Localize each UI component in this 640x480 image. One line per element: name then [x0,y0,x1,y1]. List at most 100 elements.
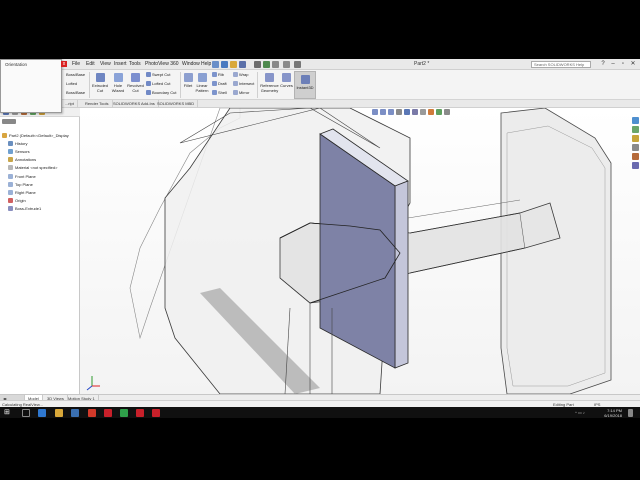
edit-appearance-icon[interactable] [428,109,434,115]
solidworks-icon[interactable] [104,409,112,417]
search-input[interactable]: Search SOLIDWORKS Help [531,61,591,68]
ribbon-divider [180,72,181,98]
extruded-cut-button[interactable]: Extruded Cut [92,73,108,93]
new-document-icon[interactable] [221,61,228,68]
solidworks-resources-icon[interactable] [632,117,639,124]
undo-icon[interactable] [263,61,270,68]
tree-item-origin[interactable]: Origin [0,197,80,204]
intersect-icon [233,81,238,86]
section-view-icon[interactable] [396,109,402,115]
orientation-close-button[interactable]: x [61,61,67,67]
wrap-button[interactable]: Wrap [233,72,248,78]
camtasia-icon[interactable] [120,409,128,417]
custom-properties-icon[interactable] [632,162,639,169]
solidworks-app-icon[interactable] [136,409,144,417]
search-icon[interactable] [22,409,30,417]
linear-pattern-label: Linear Pattern [195,83,209,93]
view-orientation-icon[interactable] [404,109,410,115]
pin-icon[interactable] [212,61,219,68]
tree-item-history[interactable]: History [0,140,80,147]
tree-item-annotations[interactable]: Annotations [0,156,80,163]
rib-button[interactable]: Rib [212,72,224,78]
save-icon[interactable] [239,61,246,68]
windows-start-icon[interactable]: ⊞ [4,409,12,417]
tab-render-tools[interactable]: Render Tools [82,100,113,108]
select-icon[interactable] [272,61,279,68]
tree-item-front-plane[interactable]: Front Plane [0,173,80,180]
mirror-button[interactable]: Mirror [233,90,249,96]
instant3d-button[interactable]: Instant3D [294,71,316,99]
fillet-button[interactable]: Fillet [182,73,194,88]
filter-icon[interactable] [2,119,16,124]
reference-geometry-icon [265,73,274,82]
reference-geometry-button[interactable]: Reference Geometry [259,73,280,93]
chrome-icon[interactable] [88,409,96,417]
design-library-icon[interactable] [632,126,639,133]
draft-button[interactable]: Draft [212,81,227,87]
tab-solidworks-add-ins[interactable]: SOLIDWORKS Add-Ins [110,100,159,108]
apply-scene-icon[interactable] [436,109,442,115]
plane-icon [8,190,13,195]
extruded-cut-icon [95,73,105,82]
tree-item-label: Right Plane [15,190,36,195]
tree-item-right-plane[interactable]: Right Plane [0,189,80,196]
tree-item-boss-extrude1[interactable]: Boss-Extrude1 [0,205,80,212]
rebuild-icon[interactable] [283,61,290,68]
graphics-area[interactable] [80,108,640,394]
windows-taskbar: ⊞ ^ ▭ ♪ 7:14 PM 6/19/2018 [0,407,640,418]
clock-date: 6/19/2018 [604,413,622,418]
clock[interactable]: 7:14 PM 6/19/2018 [600,408,622,418]
minimize-button[interactable]: – [608,60,618,69]
view-settings-icon[interactable] [444,109,450,115]
previous-view-icon[interactable] [388,109,394,115]
tree-item-sensors[interactable]: Sensors [0,148,80,155]
display-style-icon[interactable] [412,109,418,115]
annotations-icon [8,157,13,162]
close-button[interactable]: ✕ [628,60,638,69]
lofted-cut-button[interactable]: Lofted Cut [146,81,170,87]
linear-pattern-button[interactable]: Linear Pattern [195,73,209,93]
restore-button[interactable]: ▫ [618,60,628,69]
ribbon-lofted-partial[interactable]: Lofted [66,81,77,87]
print-icon[interactable] [254,61,261,68]
menu-photoview[interactable]: PhotoView 360 [143,60,181,68]
zoom-area-icon[interactable] [380,109,386,115]
command-tabs: ...ript Render Tools SOLIDWORKS Add-Ins … [0,100,640,108]
boundary-cut-button[interactable]: Boundary Cut [146,90,176,96]
file-explorer-icon[interactable] [632,135,639,142]
instant3d-icon [300,75,310,84]
shell-button[interactable]: Shell [212,90,227,96]
open-icon[interactable] [230,61,237,68]
swept-cut-button[interactable]: Swept Cut [146,72,170,78]
help-icon[interactable]: ? [598,60,608,69]
file-explorer-icon[interactable] [55,409,63,417]
tab-script-partial[interactable]: ...ript [62,100,78,108]
hide-show-items-icon[interactable] [420,109,426,115]
tree-item-top-plane[interactable]: Top Plane [0,181,80,188]
ribbon-boss-base-partial[interactable]: Boss/Base [66,72,85,78]
appearances-icon[interactable] [632,153,639,160]
material-icon [8,165,13,170]
options-icon[interactable] [294,61,301,68]
tree-item-label: History [15,141,28,146]
hole-wizard-button[interactable]: Hole Wizard [110,73,126,93]
tab-solidworks-mbd[interactable]: SOLIDWORKS MBD [154,100,199,108]
zoom-to-fit-icon[interactable] [372,109,378,115]
curves-button[interactable]: Curves [280,73,293,88]
store-icon[interactable] [71,409,79,417]
menu-file[interactable]: File [70,60,82,68]
menu-edit[interactable]: Edit [84,60,97,68]
revolved-cut-button[interactable]: Revolved Cut [127,73,144,93]
ribbon-divider [89,72,90,98]
system-tray-icons[interactable]: ^ ▭ ♪ [575,410,585,415]
menu-view[interactable]: View [98,60,113,68]
edge-browser-icon[interactable] [38,409,46,417]
tree-root[interactable]: Part2 (Default<<Default>_Display [0,132,80,139]
tree-item-material[interactable]: Material <not specified> [0,164,80,171]
view-palette-icon[interactable] [632,144,639,151]
notifications-icon[interactable] [628,409,633,417]
recorder-icon[interactable] [152,409,160,417]
ribbon-boundary-partial[interactable]: Boss/Base [66,90,85,96]
menu-tools[interactable]: Tools [127,60,143,68]
intersect-button[interactable]: Intersect [233,81,254,87]
